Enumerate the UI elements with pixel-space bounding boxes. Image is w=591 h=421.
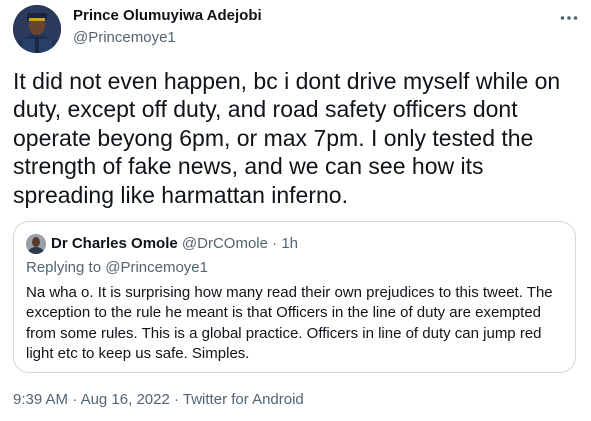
quote-time: 1h bbox=[281, 235, 298, 252]
tweet-date[interactable]: Aug 16, 2022 bbox=[81, 391, 170, 408]
meta-separator: · bbox=[173, 391, 179, 408]
more-horizontal-icon bbox=[560, 16, 578, 20]
quote-text: Na wha o. It is surprising how many read… bbox=[26, 284, 553, 362]
quote-separator: · bbox=[272, 235, 278, 252]
tweet: Prince Olumuyiwa Adejobi @Princemoye1 It… bbox=[0, 0, 591, 421]
quote-header: Dr Charles Omole @DrCOmole · 1h bbox=[51, 235, 298, 252]
tweet-source: Twitter for Android bbox=[182, 391, 304, 408]
more-options-button[interactable] bbox=[554, 6, 584, 30]
tweet-time[interactable]: 9:39 AM bbox=[13, 391, 68, 408]
quote-replying-to: Replying to @Princemoye1 bbox=[26, 259, 208, 276]
quote-avatar-image bbox=[26, 234, 46, 254]
quote-author-avatar bbox=[26, 234, 46, 254]
author-avatar[interactable] bbox=[13, 5, 61, 53]
author-handle[interactable]: @Princemoye1 bbox=[73, 29, 176, 46]
replying-handle: @Princemoye1 bbox=[105, 259, 208, 276]
quoted-tweet[interactable]: Dr Charles Omole @DrCOmole · 1h Replying… bbox=[13, 221, 576, 373]
author-avatar-image bbox=[13, 5, 61, 53]
author-name[interactable]: Prince Olumuyiwa Adejobi bbox=[73, 7, 262, 24]
tweet-text: It did not even happen, bc i dont drive … bbox=[13, 68, 561, 208]
meta-separator: · bbox=[72, 391, 78, 408]
quote-author-name: Dr Charles Omole bbox=[51, 235, 178, 252]
quote-author-handle: @DrCOmole bbox=[181, 235, 268, 252]
tweet-metadata: 9:39 AM · Aug 16, 2022 · Twitter for And… bbox=[13, 391, 304, 408]
replying-prefix: Replying to bbox=[26, 259, 106, 276]
